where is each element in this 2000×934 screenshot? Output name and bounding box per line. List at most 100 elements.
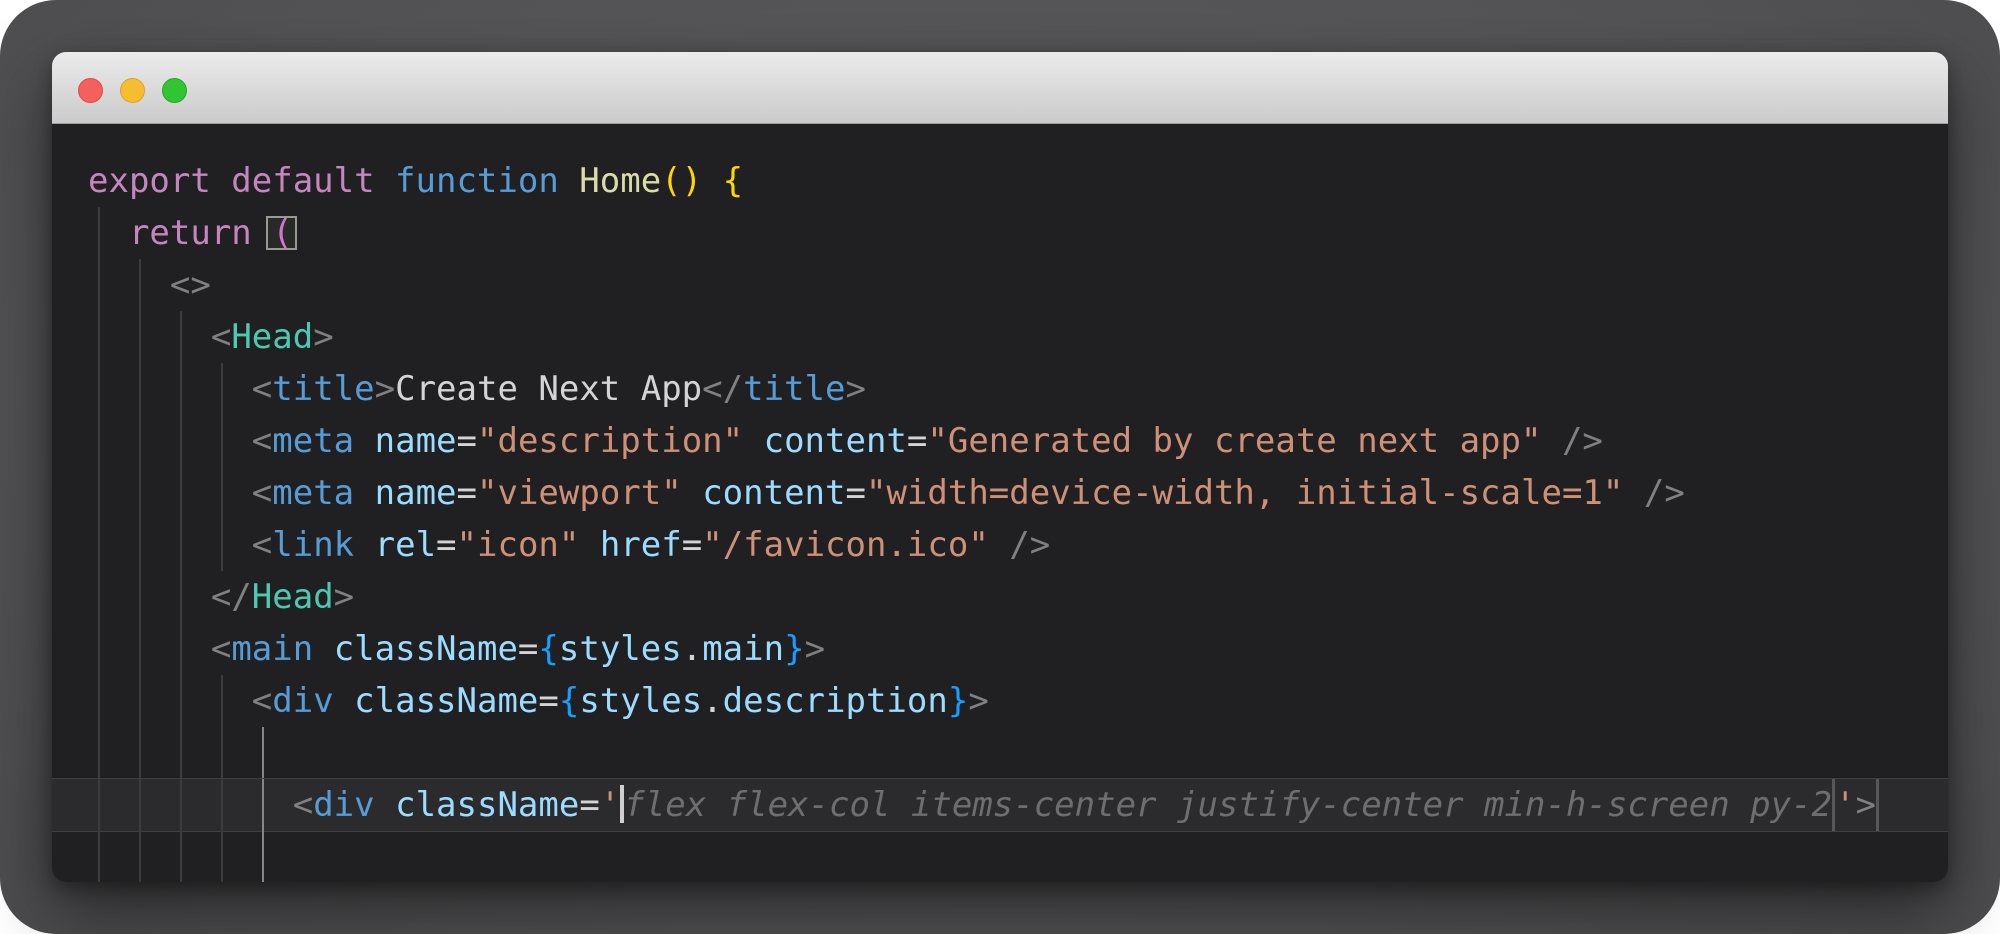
title-bar[interactable] (52, 52, 1948, 124)
token-punctuation: > (313, 317, 333, 357)
token-tag: meta (272, 421, 354, 461)
token-tag: div (313, 785, 374, 825)
token-punctuation: < (293, 785, 313, 825)
token-punctuation: <> (170, 265, 211, 305)
token-string: ' (1835, 785, 1855, 825)
token-equals: . (702, 681, 722, 721)
indent-guide (221, 727, 223, 779)
token-attribute: name (375, 473, 457, 513)
token-kwfunction: function (395, 161, 579, 201)
indent-guide (98, 311, 100, 363)
token-equals: = (457, 421, 477, 461)
token-plain (354, 525, 374, 565)
indent-guide (139, 831, 141, 882)
token-attribute: name (375, 421, 457, 461)
token-tag: title (272, 369, 374, 409)
token-attribute: content (702, 473, 845, 513)
token-punctuation: > (1856, 785, 1876, 825)
indent-guide (139, 675, 141, 727)
token-punctuation: > (845, 369, 865, 409)
token-plain (989, 525, 1009, 565)
token-attribute: styles (559, 629, 682, 669)
minimize-button[interactable] (120, 78, 145, 103)
token-bracket1: () (661, 161, 702, 201)
token-punctuation: </ (702, 369, 743, 409)
indent-guide (221, 675, 223, 727)
zoom-button[interactable] (162, 78, 187, 103)
column-bar (1876, 779, 1879, 831)
token-bracket3: { (538, 629, 558, 669)
code-line: <meta name="description" content="Genera… (52, 415, 1948, 467)
token-attribute: main (702, 629, 784, 669)
indent-guide (139, 727, 141, 779)
token-punctuation: > (375, 369, 395, 409)
token-equals: = (436, 525, 456, 565)
indent-guide (180, 415, 182, 467)
indent-guide (98, 415, 100, 467)
token-keyword: export default (88, 161, 395, 201)
indent-guide (180, 363, 182, 415)
token-punctuation: </ (211, 577, 252, 617)
indent-guide (98, 779, 100, 831)
token-tag: title (743, 369, 845, 409)
token-plain (579, 525, 599, 565)
indent-guide (221, 467, 223, 519)
indent-guide (180, 831, 182, 882)
indent-guide (98, 571, 100, 623)
token-plain (88, 525, 252, 565)
indent-guide (221, 779, 223, 831)
token-plain (88, 629, 211, 669)
token-string: "Generated by create next app" (927, 421, 1541, 461)
indent-guide (180, 727, 182, 779)
token-string: ' (600, 785, 620, 825)
token-punctuation: > (968, 681, 988, 721)
indent-guide (221, 519, 223, 571)
indent-guide (139, 363, 141, 415)
token-plain (88, 577, 211, 617)
token-equals: = (579, 785, 599, 825)
token-keyword: return (129, 213, 272, 253)
code-line: export default function Home() { (52, 155, 1948, 207)
indent-guide (180, 467, 182, 519)
token-punctuation: /> (1644, 473, 1685, 513)
token-equals: = (538, 681, 558, 721)
token-plain (743, 421, 763, 461)
token-string: "width=device-width, initial-scale=1" (866, 473, 1623, 513)
close-button[interactable] (78, 78, 103, 103)
token-string: "icon" (457, 525, 580, 565)
indent-guide (139, 519, 141, 571)
token-attribute: styles (579, 681, 702, 721)
token-component: Head (231, 317, 313, 357)
token-plain (354, 473, 374, 513)
indent-guide (139, 571, 141, 623)
indent-guide (98, 259, 100, 311)
token-plain (354, 421, 374, 461)
token-punctuation: < (252, 473, 272, 513)
token-attribute: className (334, 629, 518, 669)
token-bracket3: } (784, 629, 804, 669)
token-attribute: rel (375, 525, 436, 565)
token-component: Head (252, 577, 334, 617)
token-punctuation: /> (1562, 421, 1603, 461)
active-indent-guide (262, 779, 264, 831)
code-line: <meta name="viewport" content="width=dev… (52, 467, 1948, 519)
token-bracket1: { (723, 161, 743, 201)
code-line: </Head> (52, 571, 1948, 623)
code-editor[interactable]: export default function Home() { return … (52, 124, 1948, 882)
token-equals: = (907, 421, 927, 461)
token-punctuation: < (211, 317, 231, 357)
token-plain: Create Next App (395, 369, 702, 409)
indent-guide (139, 779, 141, 831)
token-plain (88, 317, 211, 357)
token-equals: = (518, 629, 538, 669)
indent-guide (98, 727, 100, 779)
token-plain (88, 681, 252, 721)
token-equals: . (682, 629, 702, 669)
active-indent-guide (262, 727, 264, 779)
token-plain (88, 369, 252, 409)
active-indent-guide (262, 831, 264, 882)
code-line: <div className={styles.description}> (52, 675, 1948, 727)
indent-guide (180, 311, 182, 363)
token-plain (313, 629, 333, 669)
indent-guide (98, 467, 100, 519)
